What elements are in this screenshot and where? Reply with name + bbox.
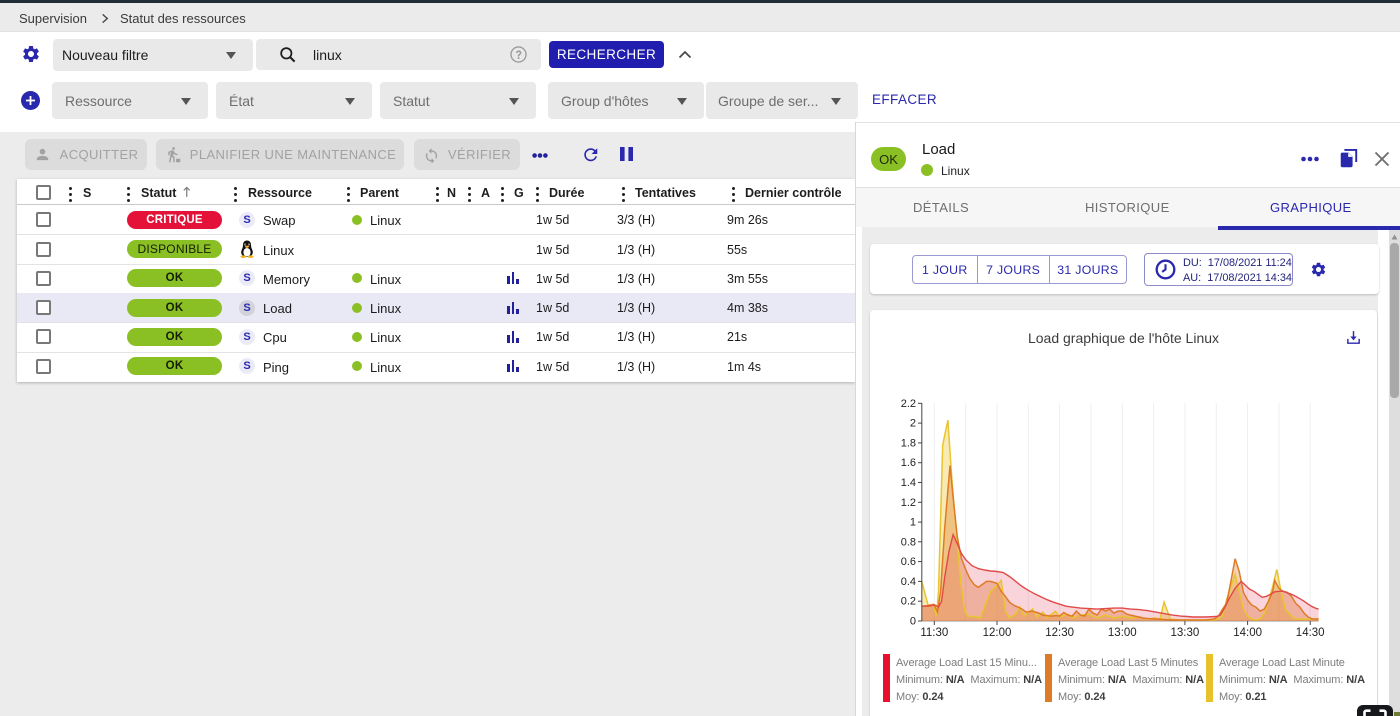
svg-text:12:30: 12:30: [1045, 627, 1074, 639]
svg-text:0.2: 0.2: [901, 596, 916, 608]
svg-text:1.2: 1.2: [901, 497, 916, 509]
svg-text:11:30: 11:30: [920, 627, 948, 639]
svg-text:0.6: 0.6: [901, 556, 916, 568]
svg-text:14:00: 14:00: [1233, 627, 1262, 639]
svg-text:0: 0: [910, 616, 916, 628]
svg-text:1: 1: [910, 517, 916, 529]
svg-text:14:30: 14:30: [1296, 627, 1325, 639]
svg-text:13:00: 13:00: [1108, 627, 1137, 639]
svg-text:1.6: 1.6: [901, 457, 916, 469]
svg-text:13:30: 13:30: [1171, 627, 1200, 639]
svg-text:1.4: 1.4: [901, 477, 916, 489]
svg-text:2.2: 2.2: [901, 398, 916, 410]
svg-text:0.4: 0.4: [901, 576, 916, 588]
svg-text:1.8: 1.8: [901, 437, 916, 449]
svg-text:12:00: 12:00: [983, 627, 1012, 639]
svg-text:2: 2: [910, 418, 916, 430]
svg-text:0.8: 0.8: [901, 536, 916, 548]
